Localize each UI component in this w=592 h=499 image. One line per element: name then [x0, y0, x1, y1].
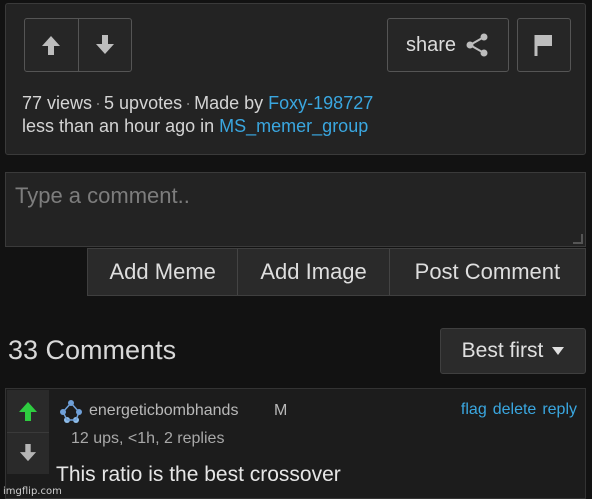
- flag-icon: [534, 35, 552, 56]
- post-time: less than an hour ago in: [22, 116, 215, 136]
- post-vote-group: [24, 18, 132, 72]
- resize-handle[interactable]: [573, 234, 583, 244]
- sort-dropdown[interactable]: Best first: [440, 328, 586, 374]
- post-comment-button[interactable]: Post Comment: [388, 249, 585, 295]
- comment-text: This ratio is the best crossover: [56, 463, 341, 486]
- comment-delete-link[interactable]: delete: [493, 401, 537, 419]
- comment-downvote-button[interactable]: [7, 431, 49, 474]
- view-count: 77 views: [22, 93, 93, 113]
- post-meta: 77 views · 5 upvotes · Made by Foxy-198727 l…: [22, 93, 374, 136]
- made-by-label: Made by: [194, 93, 264, 113]
- comment-actions: flag delete reply: [461, 401, 577, 419]
- caret-down-icon: [552, 347, 565, 355]
- comment-item: energeticbombhands M flag delete reply 1…: [5, 388, 586, 499]
- arrow-up-icon: [42, 36, 61, 55]
- add-meme-button[interactable]: Add Meme: [88, 249, 237, 295]
- user-badge: M: [274, 402, 288, 419]
- comment-username[interactable]: energeticbombhands: [89, 402, 238, 420]
- comment-vote-group: [7, 390, 49, 474]
- comment-stats: 12 ups, <1h, 2 replies: [71, 430, 225, 447]
- share-label: share: [405, 33, 457, 56]
- arrow-down-icon: [19, 444, 37, 462]
- upvote-button[interactable]: [25, 19, 78, 71]
- arrow-up-icon: [19, 401, 37, 421]
- sort-label: Best first: [461, 339, 544, 362]
- comment-upvote-button[interactable]: [7, 390, 49, 432]
- share-button[interactable]: share: [387, 18, 509, 72]
- comment-placeholder: Type a comment..: [15, 183, 190, 208]
- add-image-button[interactable]: Add Image: [237, 249, 388, 295]
- watermark: imgflip.com: [3, 486, 62, 497]
- author-link[interactable]: Foxy-198727: [268, 93, 373, 113]
- avatar-icon[interactable]: [58, 399, 84, 423]
- upvote-count: 5 upvotes: [104, 93, 183, 113]
- comment-action-bar: Add Meme Add Image Post Comment: [87, 248, 586, 296]
- group-link[interactable]: MS_memer_group: [219, 116, 368, 136]
- comment-reply-link[interactable]: reply: [542, 401, 577, 419]
- flag-post-button[interactable]: [517, 18, 571, 72]
- comments-count: 33 Comments: [8, 335, 177, 365]
- downvote-button[interactable]: [77, 19, 132, 71]
- arrow-down-icon: [95, 35, 114, 54]
- comment-input[interactable]: Type a comment..: [5, 172, 586, 247]
- comment-flag-link[interactable]: flag: [461, 401, 487, 419]
- post-panel: share 77 views · 5 upvotes · Made by Foxy-19…: [5, 3, 586, 155]
- share-icon: [466, 33, 488, 57]
